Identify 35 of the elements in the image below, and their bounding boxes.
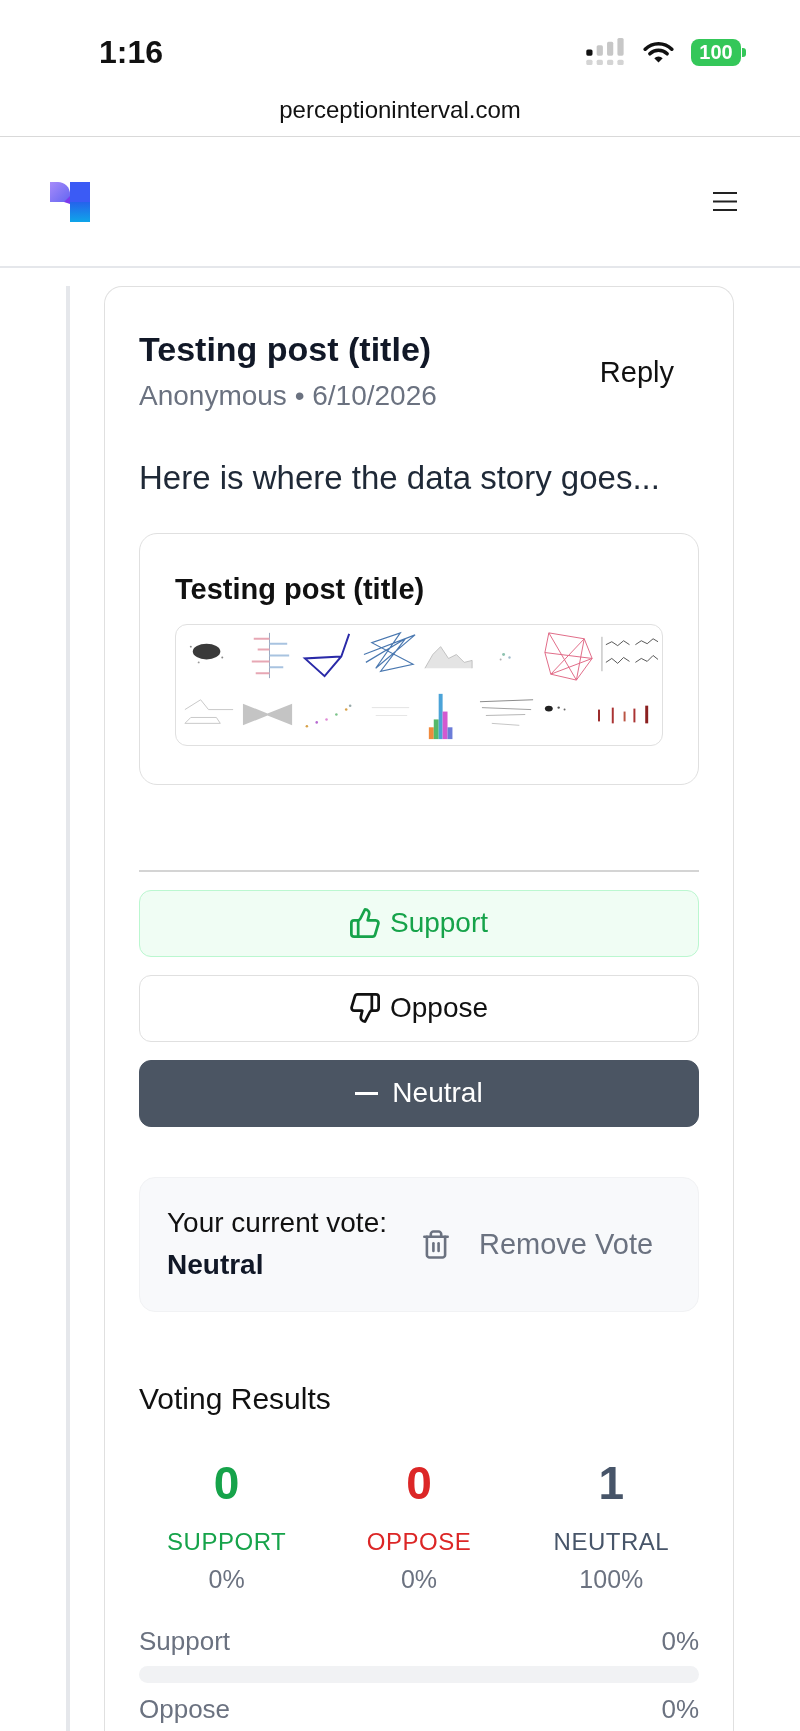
result-percentage: 0% <box>661 1692 699 1725</box>
vote-percentage: 0% <box>399 1563 439 1595</box>
result-label: Oppose <box>139 1692 231 1725</box>
reply-button[interactable]: Reply <box>574 343 699 400</box>
status-time: 1:16 <box>99 33 164 72</box>
current-vote-label: Your current vote: <box>167 1206 387 1240</box>
minus-icon <box>355 1091 379 1095</box>
trash-icon <box>423 1229 449 1259</box>
vote-percentage: 100% <box>578 1563 645 1595</box>
post-title: Testing post (title) <box>139 329 433 369</box>
vote-category-label: NEUTRAL <box>552 1526 671 1557</box>
vote-count: 0 <box>405 1455 433 1511</box>
thumbs-down-icon <box>349 993 380 1023</box>
vote-category-label: OPPOSE <box>365 1526 473 1557</box>
results-heading: Voting Results <box>139 1380 332 1417</box>
result-percentage: 0% <box>661 1624 699 1657</box>
logo-icon[interactable] <box>50 181 90 222</box>
vote-button[interactable]: Neutral <box>139 1059 699 1127</box>
thumbs-up-icon <box>349 908 380 938</box>
vote-percentage: 0% <box>207 1563 246 1595</box>
wifi-icon <box>643 40 674 64</box>
menu-icon[interactable] <box>713 192 737 211</box>
post-byline: Anonymous • 6/10/2026 <box>139 379 437 413</box>
result-label: Support <box>139 1624 231 1657</box>
post-body: Here is where the data story goes... <box>139 458 661 498</box>
vote-count: 1 <box>597 1455 626 1511</box>
vote-category-label: SUPPORT <box>166 1526 288 1557</box>
signal-icon <box>586 38 626 66</box>
address-bar-url[interactable]: perceptioninterval.com <box>0 95 800 125</box>
embedded-post-title: Testing post (title) <box>175 572 426 607</box>
battery-indicator: 100 <box>691 38 746 66</box>
vote-button[interactable]: Oppose <box>139 974 699 1042</box>
remove-vote-button[interactable]: Remove Vote <box>411 1217 666 1271</box>
vote-count: 0 <box>212 1455 241 1511</box>
current-vote-value: Neutral <box>167 1248 265 1282</box>
